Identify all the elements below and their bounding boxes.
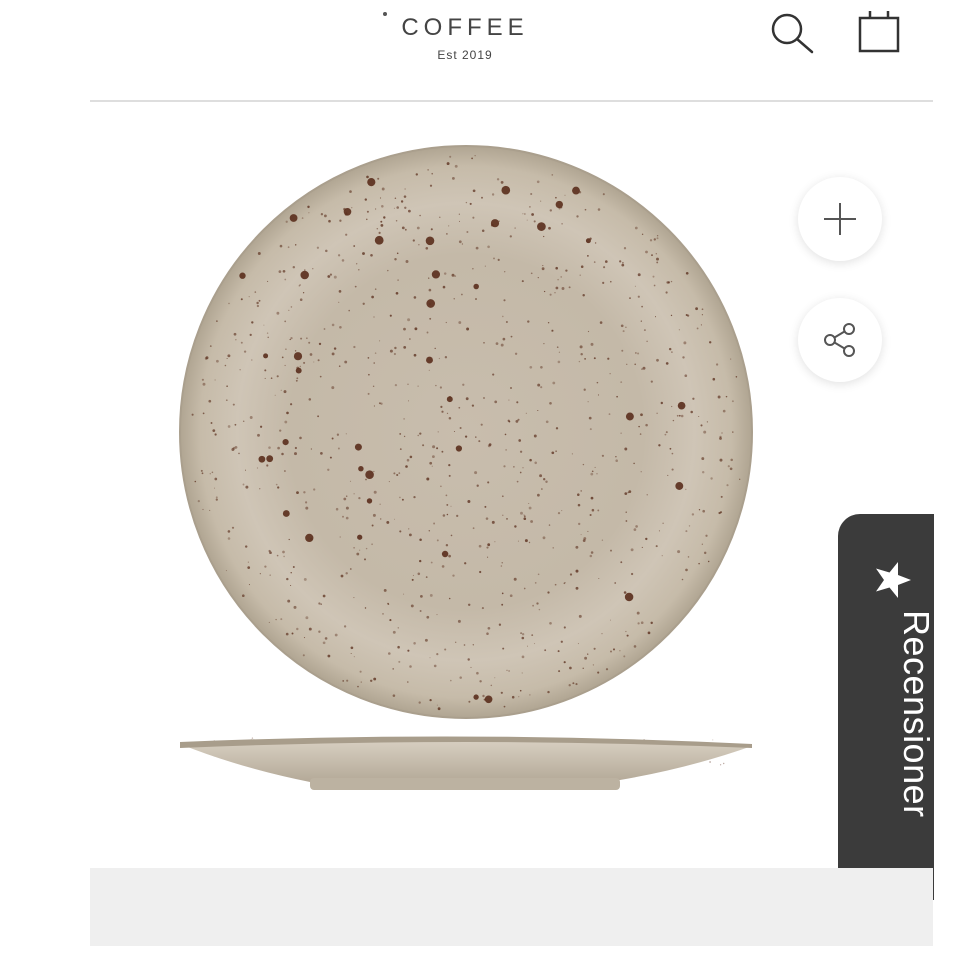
star-icon [876, 562, 911, 598]
reviews-tab[interactable]: Recensioner [838, 514, 937, 900]
product-info-bar [90, 868, 933, 946]
logo-title: COFFEE [401, 14, 529, 41]
zoom-button[interactable] [798, 177, 882, 261]
header-divider [90, 100, 933, 102]
search-icon [771, 13, 814, 54]
plate-foot [310, 778, 620, 790]
cart-button[interactable] [854, 10, 904, 56]
logo-dot [383, 12, 388, 16]
plate-illustration [179, 145, 753, 790]
reviews-label: Recensioner [896, 610, 937, 818]
plus-icon [824, 203, 856, 235]
logo-title-wrap: COFFEE [383, 12, 529, 42]
search-button[interactable] [768, 10, 816, 56]
product-image[interactable] [170, 140, 770, 820]
share-button[interactable] [798, 298, 882, 382]
shopping-bag-icon [858, 11, 900, 53]
plate-side-view [180, 738, 752, 782]
share-icon [824, 323, 855, 357]
